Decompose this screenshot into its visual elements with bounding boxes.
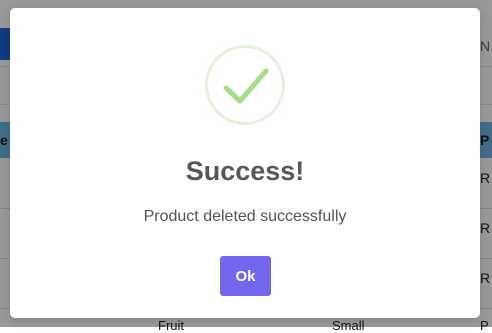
ok-button[interactable]: Ok — [220, 256, 271, 296]
dialog-title: Success! — [185, 156, 305, 186]
success-dialog: Success! Product deleted successfully Ok — [10, 8, 480, 318]
dialog-message: Product deleted successfully — [143, 208, 347, 225]
success-icon-circle — [205, 45, 285, 125]
checkmark-icon — [223, 68, 269, 104]
